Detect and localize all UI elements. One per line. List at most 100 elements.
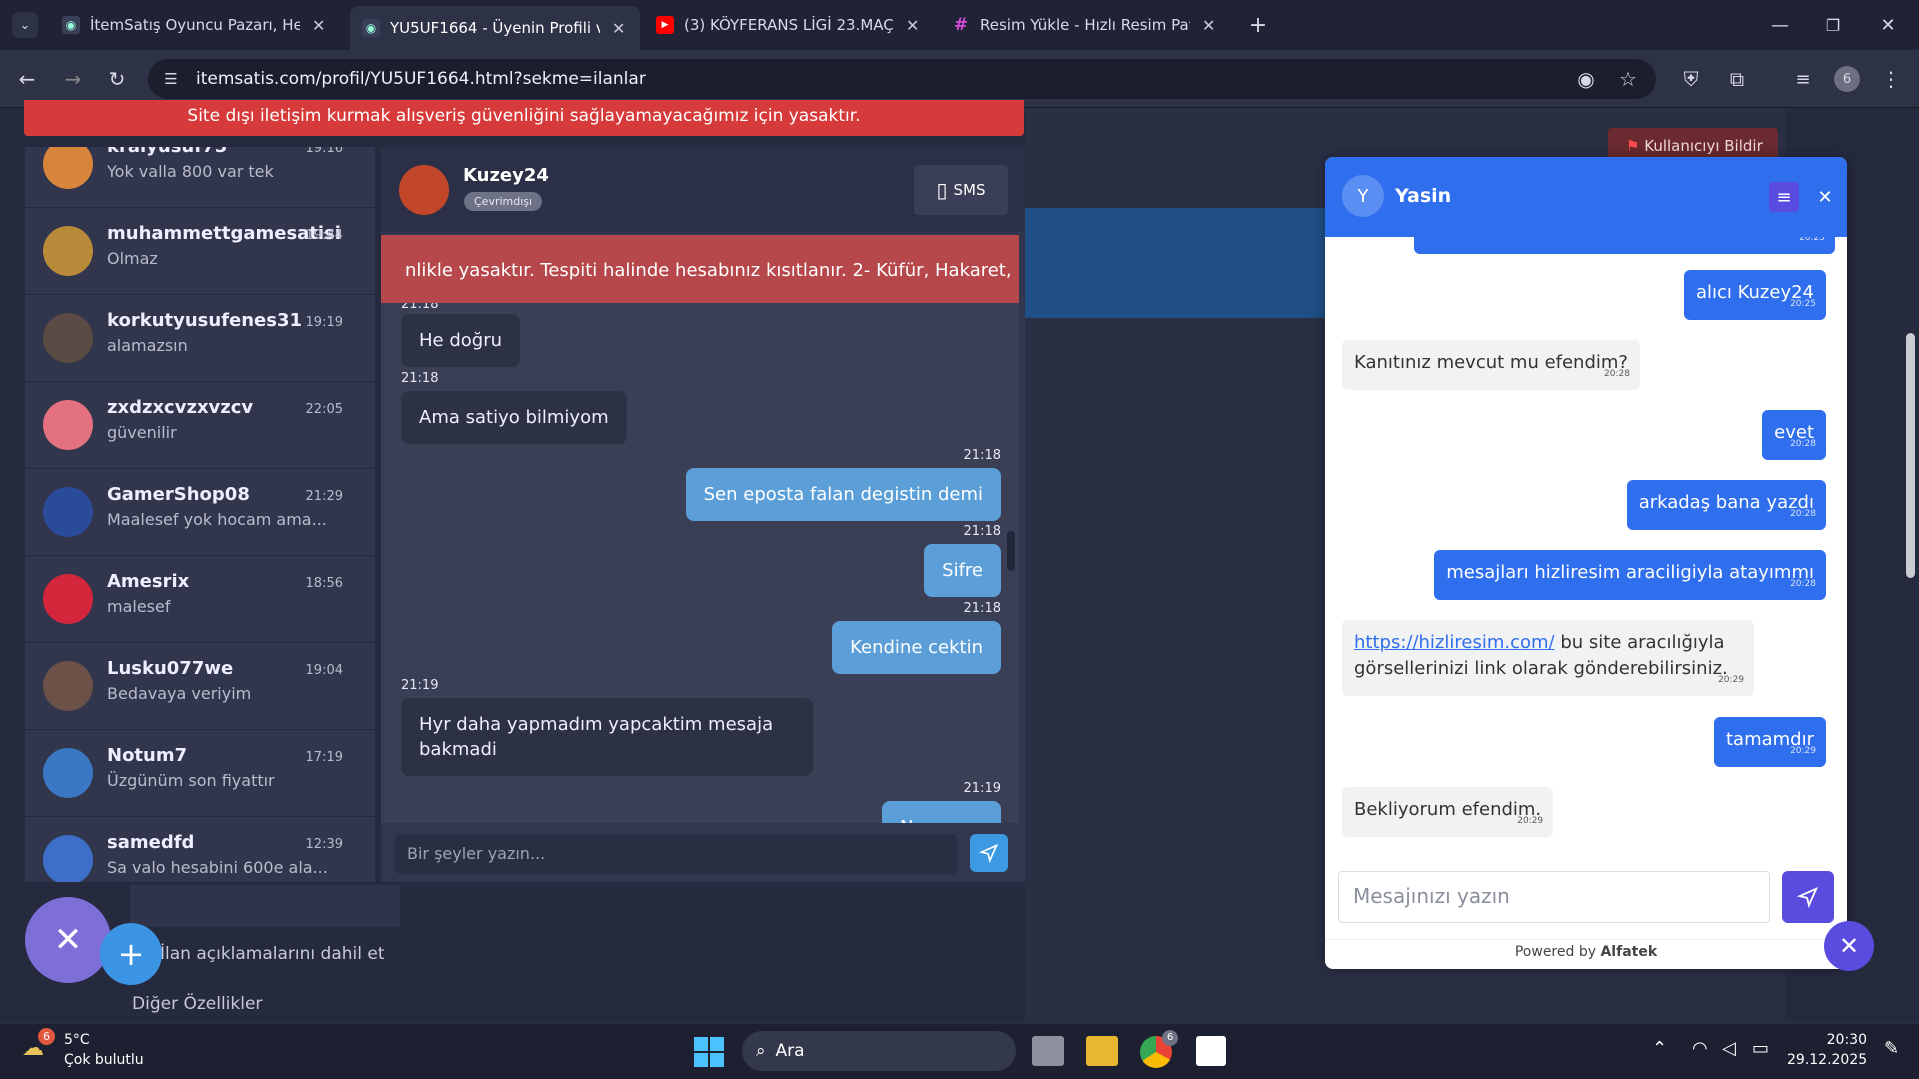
message-time: 21:18 xyxy=(401,303,439,312)
conversation-last-message: Bedavaya veriyim xyxy=(107,684,252,703)
chat-panel: Kuzey24 Çevrimdışı ▯ SMS nlikle yasaktır… xyxy=(381,147,1025,882)
menu-icon[interactable]: ≡ xyxy=(1769,182,1799,212)
back-icon[interactable]: ← xyxy=(12,64,42,94)
list-item[interactable]: korkutyusufenes31 alamazsın 19:19 xyxy=(25,295,375,382)
weather-temp[interactable]: 5°C xyxy=(64,1032,90,1048)
tab-profile[interactable]: ◉ YU5UF1664 - Üyenin Profili ve İ ✕ xyxy=(350,6,640,50)
message-bubble: mesajları hizliresim araciligiyla atayım… xyxy=(1434,550,1826,600)
tab-hizliresim[interactable]: # Resim Yükle - Hızlı Resim Paylaş ✕ xyxy=(940,8,1230,42)
page-scrollbar[interactable] xyxy=(1902,108,1919,1023)
restore-icon[interactable]: ❐ xyxy=(1818,10,1848,40)
battery-icon[interactable]: ▭ xyxy=(1752,1038,1769,1059)
message-bubble: Ama satiyo bilmiyom xyxy=(401,391,627,444)
tab-label: İtemSatış Oyuncu Pazarı, Hesap xyxy=(90,16,300,34)
list-item[interactable]: Notum7 Üzgünüm son fiyattır 17:19 xyxy=(25,730,375,817)
list-item[interactable]: samedfd Sa valo hesabini 600e ala... 12:… xyxy=(25,817,375,882)
site-info-icon[interactable]: ☰ xyxy=(160,68,182,90)
chevron-up-icon[interactable]: ⌃ xyxy=(1652,1038,1667,1059)
list-item[interactable]: GamerShop08 Maalesef yok hocam ama... 21… xyxy=(25,469,375,556)
menu-kebab-icon[interactable]: ⋮ xyxy=(1878,64,1904,94)
tab-search-icon[interactable]: ⌄ xyxy=(12,12,38,38)
list-item[interactable]: kralyusuf75 Yok valla 800 var tek 19:16 xyxy=(25,147,375,208)
list-item[interactable]: Lusku077we Bedavaya veriyim 19:04 xyxy=(25,643,375,730)
message-time: 20:25 xyxy=(1799,237,1825,243)
flag-icon: ⚑ xyxy=(1626,137,1640,155)
powered-brand[interactable]: Alfatek xyxy=(1600,944,1657,960)
phone-icon: ▯ xyxy=(936,178,948,202)
windows-taskbar: ☁ 6 5°C Çok bulutlu ⌕ Ara 6 ⌃ ◠ ◁ ▭ 20:3… xyxy=(0,1023,1919,1079)
support-send-button[interactable] xyxy=(1782,871,1834,923)
include-desc-label[interactable]: İlan açıklamalarını dahil et xyxy=(160,944,385,964)
support-message-input[interactable]: Mesajınızı yazın xyxy=(1338,871,1770,923)
task-view-icon[interactable] xyxy=(1032,1036,1064,1066)
profile-avatar[interactable]: 6 xyxy=(1834,66,1860,92)
clock-date[interactable]: 29.12.2025 xyxy=(1787,1052,1867,1068)
chat-scrollbar[interactable] xyxy=(1007,531,1015,571)
message-time: 20:29 xyxy=(1517,816,1544,826)
windows-start-icon[interactable] xyxy=(694,1037,724,1067)
message-time: 20:28 xyxy=(1790,509,1816,519)
message-time: 21:18 xyxy=(963,601,1001,616)
weather-badge: 6 xyxy=(38,1028,55,1045)
tab-youtube[interactable]: ▶ (3) KÖYFERANS LİGİ 23.MAÇI BO ✕ xyxy=(644,8,934,42)
close-icon[interactable]: ✕ xyxy=(312,16,325,35)
message-time: 20:28 xyxy=(1790,579,1816,589)
close-icon[interactable]: ✕ xyxy=(612,19,625,38)
conversation-name: zxdzxcvzxvzcv xyxy=(107,397,254,418)
hizliresim-link[interactable]: https://hizliresim.com/ xyxy=(1354,632,1555,653)
list-item[interactable]: zxdzxcvzxvzcv güvenilir 22:05 xyxy=(25,382,375,469)
conversation-time: 19:04 xyxy=(305,663,343,678)
chat-header: Kuzey24 Çevrimdışı ▯ SMS xyxy=(381,147,1025,232)
send-icon xyxy=(979,843,999,863)
list-item[interactable]: muhammettgamesatisi Olmaz 19:44 xyxy=(25,208,375,295)
youtube-icon: ▶ xyxy=(656,16,674,34)
powered-by: Powered by Alfatek xyxy=(1325,939,1847,969)
agent-name: Yasin xyxy=(1395,185,1452,207)
add-fab-button[interactable]: + xyxy=(100,923,162,985)
window-close-icon[interactable]: ✕ xyxy=(1873,10,1903,40)
volume-icon[interactable]: ◁ xyxy=(1722,1038,1736,1059)
message-text: Bekliyorum efendim. xyxy=(1354,799,1542,820)
conversation-name: kralyusuf75 xyxy=(107,147,227,157)
extensions-icon[interactable]: ⧉ xyxy=(1722,64,1752,94)
omnibox[interactable]: ☰ itemsatis.com/profil/YU5UF1664.html?se… xyxy=(148,59,1656,99)
weather-desc[interactable]: Çok bulutlu xyxy=(64,1052,144,1068)
notifications-icon[interactable]: ✎ xyxy=(1884,1038,1899,1059)
plus-icon: + xyxy=(117,935,145,973)
avatar xyxy=(43,574,93,624)
file-explorer-icon[interactable] xyxy=(1086,1036,1118,1066)
minimize-icon[interactable]: — xyxy=(1765,10,1795,40)
profile-cover xyxy=(1025,208,1325,318)
chat-message-input[interactable]: Bir şeyler yazın... xyxy=(395,834,958,874)
other-features-label[interactable]: Diğer Özellikler xyxy=(132,994,262,1014)
support-close-fab[interactable]: ✕ xyxy=(1824,921,1874,971)
sms-label: SMS xyxy=(953,181,986,199)
wifi-icon[interactable]: ◠ xyxy=(1692,1038,1708,1059)
status-badge: Çevrimdışı xyxy=(464,192,543,211)
sms-button[interactable]: ▯ SMS xyxy=(914,165,1008,215)
list-item[interactable]: Amesrix malesef 18:56 xyxy=(25,556,375,643)
chat-send-button[interactable] xyxy=(970,834,1008,872)
tab-itemsatis[interactable]: ◉ İtemSatış Oyuncu Pazarı, Hesap ✕ xyxy=(50,8,340,42)
scrollbar-thumb[interactable] xyxy=(1906,333,1915,578)
shield-icon[interactable]: ⛨ xyxy=(1676,64,1706,94)
forward-icon[interactable]: → xyxy=(58,64,88,94)
close-icon[interactable]: ✕ xyxy=(1810,182,1840,212)
media-icon[interactable]: ≡ xyxy=(1788,64,1818,94)
close-fab-button[interactable]: ✕ xyxy=(25,897,111,983)
conversation-last-message: alamazsın xyxy=(107,336,188,355)
eye-icon[interactable]: ◉ xyxy=(1572,65,1600,93)
message-time: 20:29 xyxy=(1718,675,1744,685)
taskbar-search[interactable]: ⌕ Ara xyxy=(742,1031,1016,1071)
close-icon[interactable]: ✕ xyxy=(1202,16,1215,35)
close-icon[interactable]: ✕ xyxy=(906,16,919,35)
message-time: 20:29 xyxy=(1790,746,1816,756)
new-tab-icon[interactable]: + xyxy=(1245,12,1271,38)
conversation-last-message: güvenilir xyxy=(107,423,177,442)
message-time: 20:25 xyxy=(1790,299,1816,309)
store-icon[interactable] xyxy=(1196,1036,1226,1066)
message-bubble: Hyr daha yapmadım yapcaktim mesaja bakma… xyxy=(401,698,813,776)
reload-icon[interactable]: ↻ xyxy=(102,64,132,94)
bookmark-star-icon[interactable]: ☆ xyxy=(1614,65,1642,93)
clock-time[interactable]: 20:30 xyxy=(1797,1032,1867,1048)
